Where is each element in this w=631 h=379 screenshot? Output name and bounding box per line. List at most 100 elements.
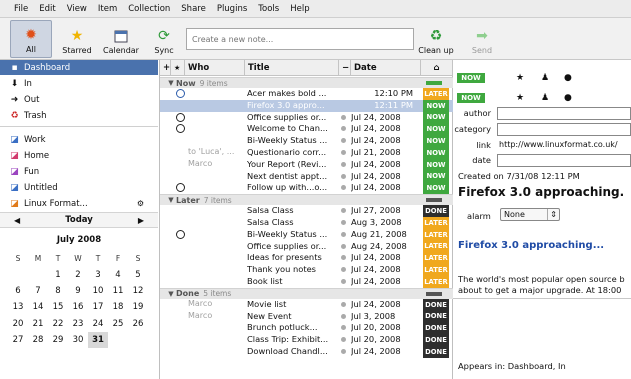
table-row[interactable]: Marco Movie list Jul 24, 2008 DONE bbox=[160, 298, 453, 311]
row-status-badge[interactable]: LATER bbox=[423, 88, 449, 100]
calendar-day[interactable]: 25 bbox=[108, 316, 128, 332]
reminder-circle-icon[interactable] bbox=[176, 229, 185, 239]
author-field[interactable] bbox=[497, 107, 631, 120]
row-status-badge[interactable]: NOW bbox=[423, 135, 449, 147]
row-status-badge[interactable]: NOW bbox=[423, 123, 449, 136]
menu-collection[interactable]: Collection bbox=[128, 4, 170, 14]
calendar-day[interactable]: 15 bbox=[48, 299, 68, 315]
column-plus[interactable]: + bbox=[160, 60, 171, 76]
table-row[interactable]: Office supplies or... Aug 24, 2008 LATER bbox=[160, 240, 453, 253]
starred-button[interactable]: ★ Starred bbox=[58, 20, 96, 58]
next-month-button[interactable]: ▶ bbox=[138, 216, 144, 225]
send-button[interactable]: ➡ Send bbox=[466, 20, 498, 58]
category-field[interactable] bbox=[497, 123, 631, 136]
menu-share[interactable]: Share bbox=[181, 4, 206, 14]
row-status-badge[interactable]: DONE bbox=[423, 298, 449, 311]
calendar-day[interactable]: 30 bbox=[68, 332, 88, 348]
date-field[interactable] bbox=[497, 154, 631, 167]
table-row[interactable]: to 'Luca', ... Questionario corr... Jul 21… bbox=[160, 147, 453, 159]
table-row[interactable]: Bi-Weekly Status ... Aug 21, 2008 LATER bbox=[160, 228, 453, 241]
table-row[interactable]: Next dentist appt... Jul 24, 2008 NOW bbox=[160, 170, 453, 183]
menu-help[interactable]: Help bbox=[290, 4, 309, 14]
calendar-day[interactable]: 20 bbox=[8, 316, 28, 332]
sidebar-item-trash[interactable]: ♻ Trash bbox=[0, 108, 158, 123]
sidebar-item-untitled[interactable]: ◪ Untitled bbox=[0, 180, 158, 195]
calendar-day[interactable]: 3 bbox=[88, 266, 108, 282]
sidebar-item-in[interactable]: ⬇ In bbox=[0, 76, 158, 91]
table-row[interactable]: Book list Jul 24, 2008 LATER bbox=[160, 276, 453, 288]
status-badge[interactable]: NOW bbox=[457, 73, 485, 83]
sidebar-item-dashboard[interactable]: ▪ Dashboard bbox=[0, 60, 158, 75]
row-status-badge[interactable]: NOW bbox=[423, 147, 449, 159]
row-status-badge[interactable]: NOW bbox=[423, 182, 449, 195]
calendar-day[interactable]: 23 bbox=[68, 316, 88, 332]
row-status-badge[interactable]: DONE bbox=[423, 310, 449, 323]
menu-item[interactable]: Item bbox=[98, 4, 117, 14]
row-status-badge[interactable]: LATER bbox=[423, 228, 449, 241]
column-title[interactable]: Title bbox=[245, 60, 339, 76]
calendar-day[interactable]: 28 bbox=[28, 332, 48, 348]
prev-month-button[interactable]: ◀ bbox=[14, 216, 20, 225]
table-row[interactable]: Marco New Event Jul 3, 2008 DONE bbox=[160, 310, 453, 323]
status-badge[interactable]: NOW bbox=[457, 93, 485, 103]
cleanup-button[interactable]: ♻ Clean up bbox=[414, 20, 458, 58]
column-status[interactable]: ⌂ bbox=[421, 60, 453, 76]
table-row[interactable]: Brunch potluck... Jul 20, 2008 DONE bbox=[160, 322, 453, 335]
row-status-badge[interactable]: NOW bbox=[423, 99, 449, 112]
calendar-day[interactable]: 8 bbox=[48, 283, 68, 299]
calendar-day[interactable]: 4 bbox=[108, 266, 128, 282]
table-row[interactable]: Acer makes bold ... 12:10 PM LATER bbox=[160, 88, 453, 100]
table-row[interactable]: Download Chandl... Jul 24, 2008 DONE bbox=[160, 346, 453, 358]
triangle-down-icon[interactable]: ▼ bbox=[166, 290, 176, 298]
sync-button[interactable]: ⟳ Sync bbox=[148, 20, 180, 58]
sidebar-item-linux-format[interactable]: ◪ Linux Format... ⚙ bbox=[0, 196, 158, 211]
calendar-day[interactable]: 27 bbox=[8, 332, 28, 348]
calendar-day[interactable]: 5 bbox=[128, 266, 148, 282]
table-row[interactable]: Salsa Class Jul 27, 2008 DONE bbox=[160, 205, 453, 217]
row-status-badge[interactable]: DONE bbox=[423, 322, 449, 335]
row-status-badge[interactable]: DONE bbox=[423, 346, 449, 358]
row-status-badge[interactable]: NOW bbox=[423, 111, 449, 124]
star-icon[interactable]: ★ bbox=[516, 73, 524, 83]
calendar-day[interactable]: 9 bbox=[68, 283, 88, 299]
menu-plugins[interactable]: Plugins bbox=[217, 4, 247, 14]
group-header-done[interactable]: ▼ Done 5 items bbox=[160, 287, 453, 299]
body-title-link[interactable]: Firefox 3.0 approaching... bbox=[458, 240, 604, 251]
calendar-day[interactable]: 6 bbox=[8, 283, 28, 299]
calendar-day[interactable]: 24 bbox=[88, 316, 108, 332]
calendar-day[interactable]: 7 bbox=[28, 283, 48, 299]
reminder-circle-icon[interactable] bbox=[176, 89, 185, 98]
table-row[interactable]: Firefox 3.0 appro... 12:11 PM NOW bbox=[160, 99, 453, 112]
calendar-day[interactable]: 11 bbox=[108, 283, 128, 299]
menu-view[interactable]: View bbox=[67, 4, 87, 14]
calendar-day[interactable]: 18 bbox=[108, 299, 128, 315]
calendar-day[interactable]: 31 bbox=[88, 331, 108, 349]
table-row[interactable]: Bi-Weekly Status ... Jul 24, 2008 NOW bbox=[160, 135, 453, 147]
menu-edit[interactable]: Edit bbox=[39, 4, 55, 14]
person-icon[interactable]: ♟ bbox=[541, 93, 549, 103]
group-header-now[interactable]: ▼ Now 9 items bbox=[160, 77, 453, 88]
group-header-later[interactable]: ▼ Later 7 items bbox=[160, 194, 453, 206]
detail-title[interactable]: Firefox 3.0 approaching. bbox=[458, 185, 624, 199]
column-who[interactable]: Who bbox=[185, 60, 245, 76]
table-row[interactable]: Marco Your Report (Revi... Jul 24, 2008 NOW bbox=[160, 158, 453, 171]
table-row[interactable]: Office supplies or... Jul 24, 2008 NOW bbox=[160, 111, 453, 124]
sidebar-item-work[interactable]: ◪ Work bbox=[0, 132, 158, 147]
calendar-day[interactable]: 2 bbox=[68, 266, 88, 282]
today-button[interactable]: Today bbox=[65, 215, 93, 225]
row-status-badge[interactable]: LATER bbox=[423, 276, 449, 288]
reminder-circle-icon[interactable] bbox=[176, 124, 185, 134]
column-minus[interactable]: − bbox=[339, 60, 351, 76]
triangle-down-icon[interactable]: ▼ bbox=[166, 79, 176, 87]
sidebar-item-home[interactable]: ◪ Home bbox=[0, 148, 158, 163]
row-status-badge[interactable]: DONE bbox=[423, 334, 449, 346]
calendar-day[interactable]: 13 bbox=[8, 299, 28, 315]
star-icon[interactable]: ★ bbox=[516, 93, 524, 103]
table-row[interactable]: Follow up with...o... Jul 24, 2008 NOW bbox=[160, 182, 453, 195]
calendar-day[interactable]: 26 bbox=[128, 316, 148, 332]
row-status-badge[interactable]: LATER bbox=[423, 264, 449, 276]
calendar-day[interactable]: 12 bbox=[128, 283, 148, 299]
calendar-day[interactable]: 1 bbox=[48, 266, 68, 282]
row-status-badge[interactable]: DONE bbox=[423, 205, 449, 217]
sidebar-item-out[interactable]: ➜ Out bbox=[0, 92, 158, 107]
